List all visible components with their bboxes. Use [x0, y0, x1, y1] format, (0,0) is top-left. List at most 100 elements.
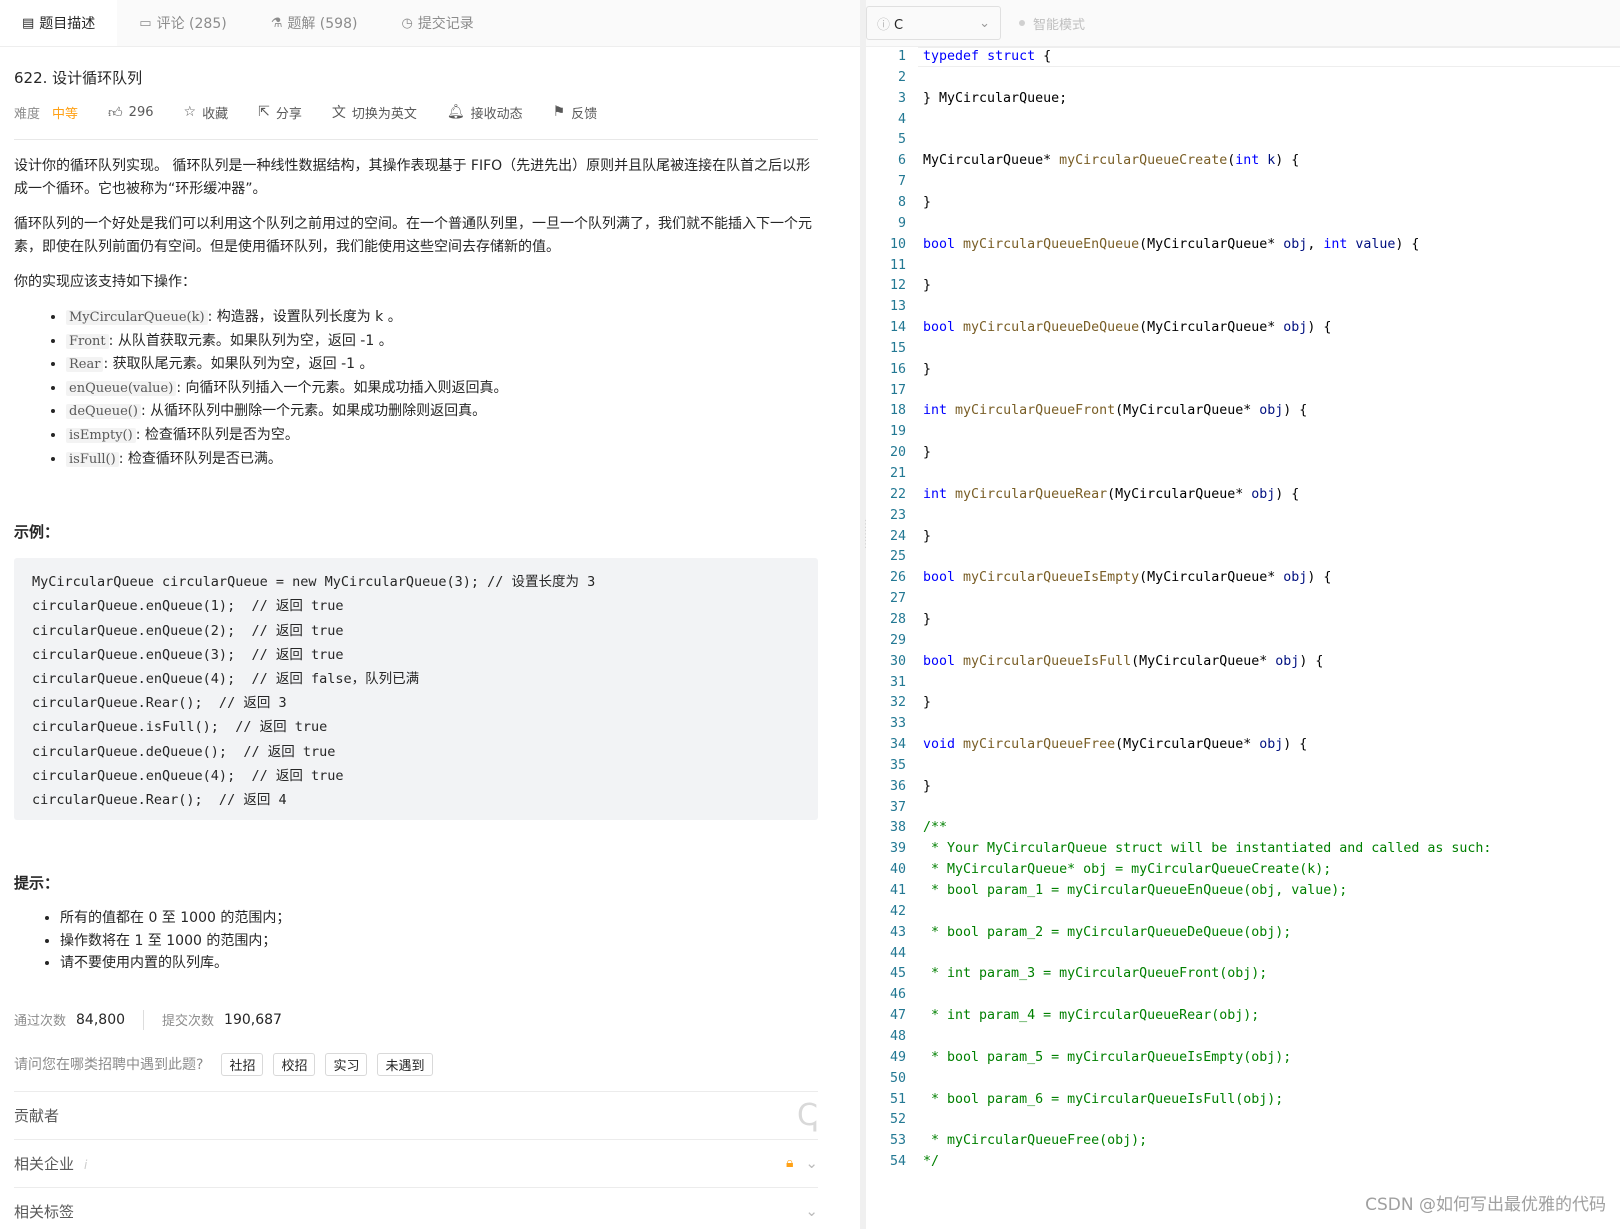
code-line[interactable]: 26 bool myCircularQueueIsEmpty(MyCircular…: [866, 568, 1620, 588]
like-button[interactable]: 👍︎ 296: [108, 104, 153, 121]
code-line[interactable]: 27: [866, 589, 1620, 609]
code-line[interactable]: 18 int myCircularQueueFront(MyCircularQue…: [866, 401, 1620, 421]
code-editor[interactable]: 1 typedef struct {2 3} MyCircularQueue; 4 5 6…: [866, 47, 1620, 1229]
line-number: 46: [889, 987, 906, 1003]
code-line[interactable]: 45 * int param_3 = myCircularQueueFront(…: [866, 964, 1620, 984]
code-line[interactable]: 36}: [866, 777, 1620, 797]
code-line[interactable]: 38 /**: [866, 818, 1620, 838]
hints-heading: 提示：: [14, 874, 60, 893]
tab-solutions[interactable]: ⚗ 题解 (598): [249, 0, 380, 46]
code-line[interactable]: 3} MyCircularQueue;: [866, 89, 1620, 109]
line-number: 43: [889, 924, 906, 940]
code-line[interactable]: 17: [866, 381, 1620, 401]
recruit-chip-campus[interactable]: 校招: [273, 1052, 316, 1076]
leetcode-logo-icon: ↅ: [797, 1097, 818, 1133]
code-line[interactable]: 41 * bool param_1 = myCircularQueueEnQue…: [866, 881, 1620, 901]
tags-section[interactable]: 相关标签 ⌄: [14, 1186, 818, 1229]
code-line[interactable]: 6 MyCircularQueue* myCircularQueueCreate(…: [866, 151, 1620, 171]
problem-meta: 难度 中等 👍︎ 296 ☆ 收藏 ⇱ 分享 文 切换为英文 🔔︎ 接收动态 ⚑…: [14, 102, 818, 122]
code-line[interactable]: 37: [866, 798, 1620, 818]
code-line[interactable]: 10 bool myCircularQueueEnQueue(MyCircular…: [866, 235, 1620, 255]
code-line[interactable]: 14 bool myCircularQueueDeQueue(MyCircular…: [866, 318, 1620, 338]
share-button[interactable]: ⇱ 分享: [258, 103, 302, 122]
code-line[interactable]: 49 * bool param_5 = myCircularQueueIsEmp…: [866, 1048, 1620, 1068]
code-line[interactable]: 12}: [866, 276, 1620, 296]
line-number: 9: [897, 215, 906, 231]
code-line[interactable]: 7: [866, 172, 1620, 192]
code-line[interactable]: 9: [866, 214, 1620, 234]
chevron-down-icon: ⌄: [805, 1154, 818, 1173]
recruit-chip-intern[interactable]: 实习: [325, 1052, 368, 1076]
code-line[interactable]: 39 * Your MyCircularQueue struct will be…: [866, 839, 1620, 859]
line-number: 24: [889, 528, 906, 544]
inline-code: enQueue(value): [66, 380, 177, 396]
code-line[interactable]: 25: [866, 547, 1620, 567]
subscribe-label: 接收动态: [470, 106, 523, 122]
tab-description[interactable]: ▤ 题目描述: [0, 0, 118, 46]
code-text: * myCircularQueueFree(obj);: [923, 1133, 1148, 1149]
code-line[interactable]: 51 * bool param_6 = myCircularQueueIsFul…: [866, 1090, 1620, 1110]
code-line[interactable]: 28}: [866, 610, 1620, 630]
code-line[interactable]: 8}: [866, 193, 1620, 213]
code-line[interactable]: 1 typedef struct {: [866, 47, 1620, 67]
code-line[interactable]: 48: [866, 1027, 1620, 1047]
code-line[interactable]: 46: [866, 985, 1620, 1005]
code-line[interactable]: 24}: [866, 527, 1620, 547]
code-line[interactable]: 30 bool myCircularQueueIsFull(MyCircularQ…: [866, 652, 1620, 672]
code-line[interactable]: 44: [866, 944, 1620, 964]
feedback-button[interactable]: ⚑ 反馈: [553, 103, 598, 122]
code-line[interactable]: 15: [866, 339, 1620, 359]
drag-handle-icon: ⋮⋮⋮: [861, 520, 871, 580]
code-line[interactable]: 16}: [866, 360, 1620, 380]
smart-mode-toggle[interactable]: 智能模式: [1019, 14, 1085, 33]
contributors-section[interactable]: 贡献者 ↅ: [14, 1090, 818, 1139]
problem-description: 设计你的循环队列实现。 循环队列是一种线性数据结构，其操作表现基于 FIFO（先…: [14, 155, 818, 294]
code-line[interactable]: 35: [866, 756, 1620, 776]
code-line[interactable]: 33: [866, 714, 1620, 734]
code-line[interactable]: 29: [866, 631, 1620, 651]
subscribe-button[interactable]: 🔔︎ 接收动态: [447, 103, 523, 122]
code-line[interactable]: 4: [866, 110, 1620, 130]
code-line[interactable]: 47 * int param_4 = myCircularQueueRear(o…: [866, 1006, 1620, 1026]
code-line[interactable]: 20}: [866, 443, 1620, 463]
difficulty-label: 难度: [14, 106, 41, 122]
list-item: 操作数将在 1 至 1000 的范围内；: [60, 930, 818, 953]
companies-section[interactable]: 相关企业 i 🔒︎ ⌄: [14, 1138, 818, 1187]
code-line[interactable]: 42: [866, 902, 1620, 922]
code-text: bool myCircularQueueIsEmpty(MyCircularQu…: [923, 570, 1332, 586]
code-line[interactable]: 32}: [866, 693, 1620, 713]
code-line[interactable]: 2: [866, 68, 1620, 88]
chevron-down-icon: ⌄: [805, 1202, 818, 1221]
code-line[interactable]: 23: [866, 506, 1620, 526]
code-line[interactable]: 34 void myCircularQueueFree(MyCircularQue…: [866, 735, 1620, 755]
favorite-button[interactable]: ☆ 收藏: [184, 103, 229, 122]
code-line[interactable]: 22 int myCircularQueueRear(MyCircularQueu…: [866, 485, 1620, 505]
line-number: 30: [889, 653, 906, 669]
recruit-chip-none[interactable]: 未遇到: [377, 1052, 433, 1076]
code-line[interactable]: 11: [866, 256, 1620, 276]
language-select[interactable]: ⓘ C ⌄: [866, 6, 1001, 40]
code-line[interactable]: 19: [866, 422, 1620, 442]
divider: [143, 1009, 145, 1030]
line-number: 39: [889, 841, 906, 857]
code-text: }: [923, 445, 932, 461]
feedback-icon: ⚑: [552, 104, 566, 120]
code-line[interactable]: 21: [866, 464, 1620, 484]
info-icon: ⓘ: [877, 17, 891, 33]
code-line[interactable]: 31: [866, 673, 1620, 693]
code-line[interactable]: 13: [866, 297, 1620, 317]
code-line[interactable]: 5: [866, 130, 1620, 150]
recruit-chip-social[interactable]: 社招: [221, 1052, 264, 1076]
code-line[interactable]: 50: [866, 1069, 1620, 1089]
code-line[interactable]: 54 */: [866, 1152, 1620, 1172]
code-text: int myCircularQueueFront(MyCircularQueue…: [923, 403, 1308, 419]
line-number: 48: [889, 1028, 906, 1044]
switch-language-button[interactable]: 文 切换为英文: [332, 102, 417, 122]
code-line[interactable]: 52: [866, 1110, 1620, 1130]
tab-comments[interactable]: ▭ 评论 (285): [117, 0, 248, 46]
tab-submissions[interactable]: ◷ 提交记录: [379, 0, 495, 46]
code-line[interactable]: 43 * bool param_2 = myCircularQueueDeQue…: [866, 923, 1620, 943]
code-line[interactable]: 53 * myCircularQueueFree(obj);: [866, 1131, 1620, 1151]
code-line[interactable]: 40 * MyCircularQueue* obj = myCircularQu…: [866, 860, 1620, 880]
code-text: bool myCircularQueueEnQueue(MyCircularQu…: [923, 236, 1420, 252]
